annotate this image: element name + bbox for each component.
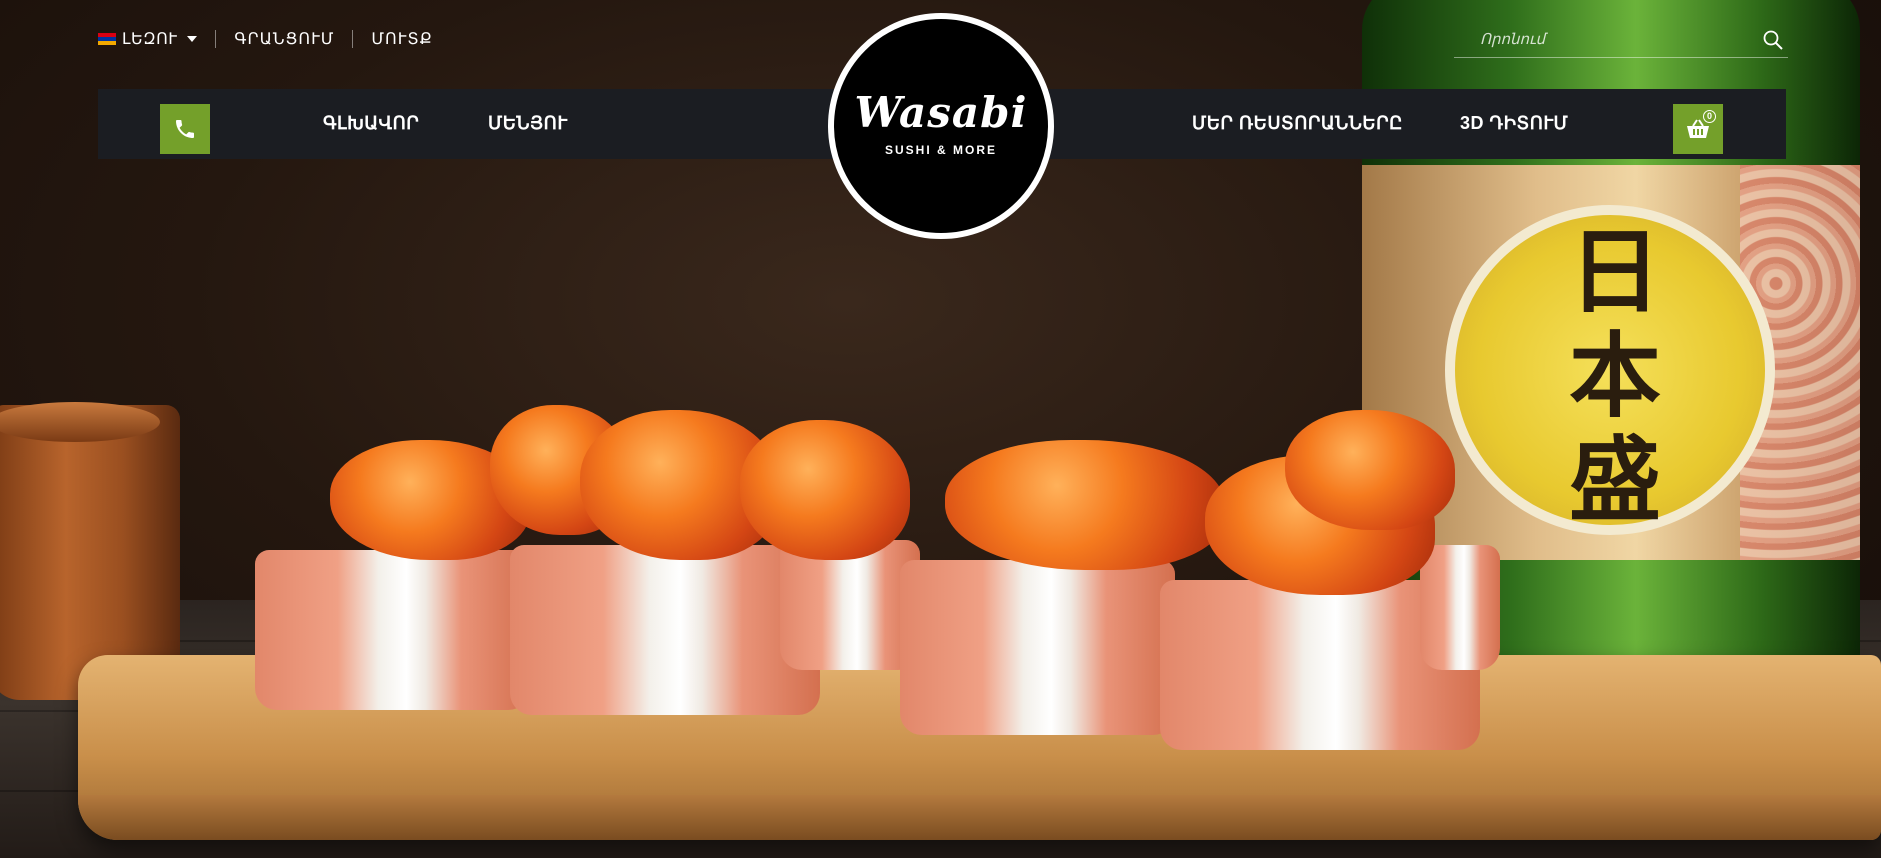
language-selector[interactable]: ԼԵԶՈՒ (98, 29, 198, 49)
cart-count-badge: 0 (1703, 110, 1716, 123)
search-button[interactable] (1758, 25, 1788, 55)
register-link[interactable]: ԳՐԱՆՑՈՒՄ (234, 29, 334, 49)
phone-button[interactable] (160, 104, 210, 154)
divider (352, 30, 354, 48)
search-icon (1763, 30, 1783, 50)
search-input[interactable] (1454, 31, 1744, 48)
logo-wordmark: Wasabi (854, 87, 1028, 137)
bottle-label-kanji: 日本盛 (1568, 218, 1661, 534)
sushi-roll (900, 560, 1175, 735)
flag-armenia-icon (98, 33, 116, 45)
top-bar: ԼԵԶՈՒ ԳՐԱՆՑՈՒՄ ՄՈՒՏՔ (98, 26, 433, 52)
site-logo[interactable]: Wasabi SUSHI & MORE (828, 13, 1054, 239)
search-bar (1454, 22, 1788, 58)
spicy-topping (740, 420, 910, 560)
nav-restaurants[interactable]: ՄԵՐ ՌԵՍՏՈՐԱՆՆԵՐԸ (1192, 113, 1403, 134)
chevron-down-icon (187, 36, 198, 42)
divider (215, 30, 217, 48)
sushi-roll (510, 545, 820, 715)
spicy-topping (945, 440, 1225, 570)
sushi-roll (255, 550, 530, 710)
language-label: ԼԵԶՈՒ (122, 31, 178, 48)
cart-button[interactable]: 0 (1673, 104, 1723, 154)
logo-tagline: SUSHI & MORE (884, 142, 997, 157)
nav-home[interactable]: ԳԼԽԱՎՈՐ (323, 113, 419, 134)
nav-menu[interactable]: ՄԵՆՅՈՒ (488, 113, 568, 134)
phone-icon (176, 120, 194, 138)
spicy-topping (1285, 410, 1455, 530)
nav-3d-view[interactable]: 3D ԴԻՏՈՒՄ (1460, 113, 1568, 134)
login-link[interactable]: ՄՈՒՏՔ (371, 29, 432, 49)
sushi-roll (1420, 545, 1500, 670)
